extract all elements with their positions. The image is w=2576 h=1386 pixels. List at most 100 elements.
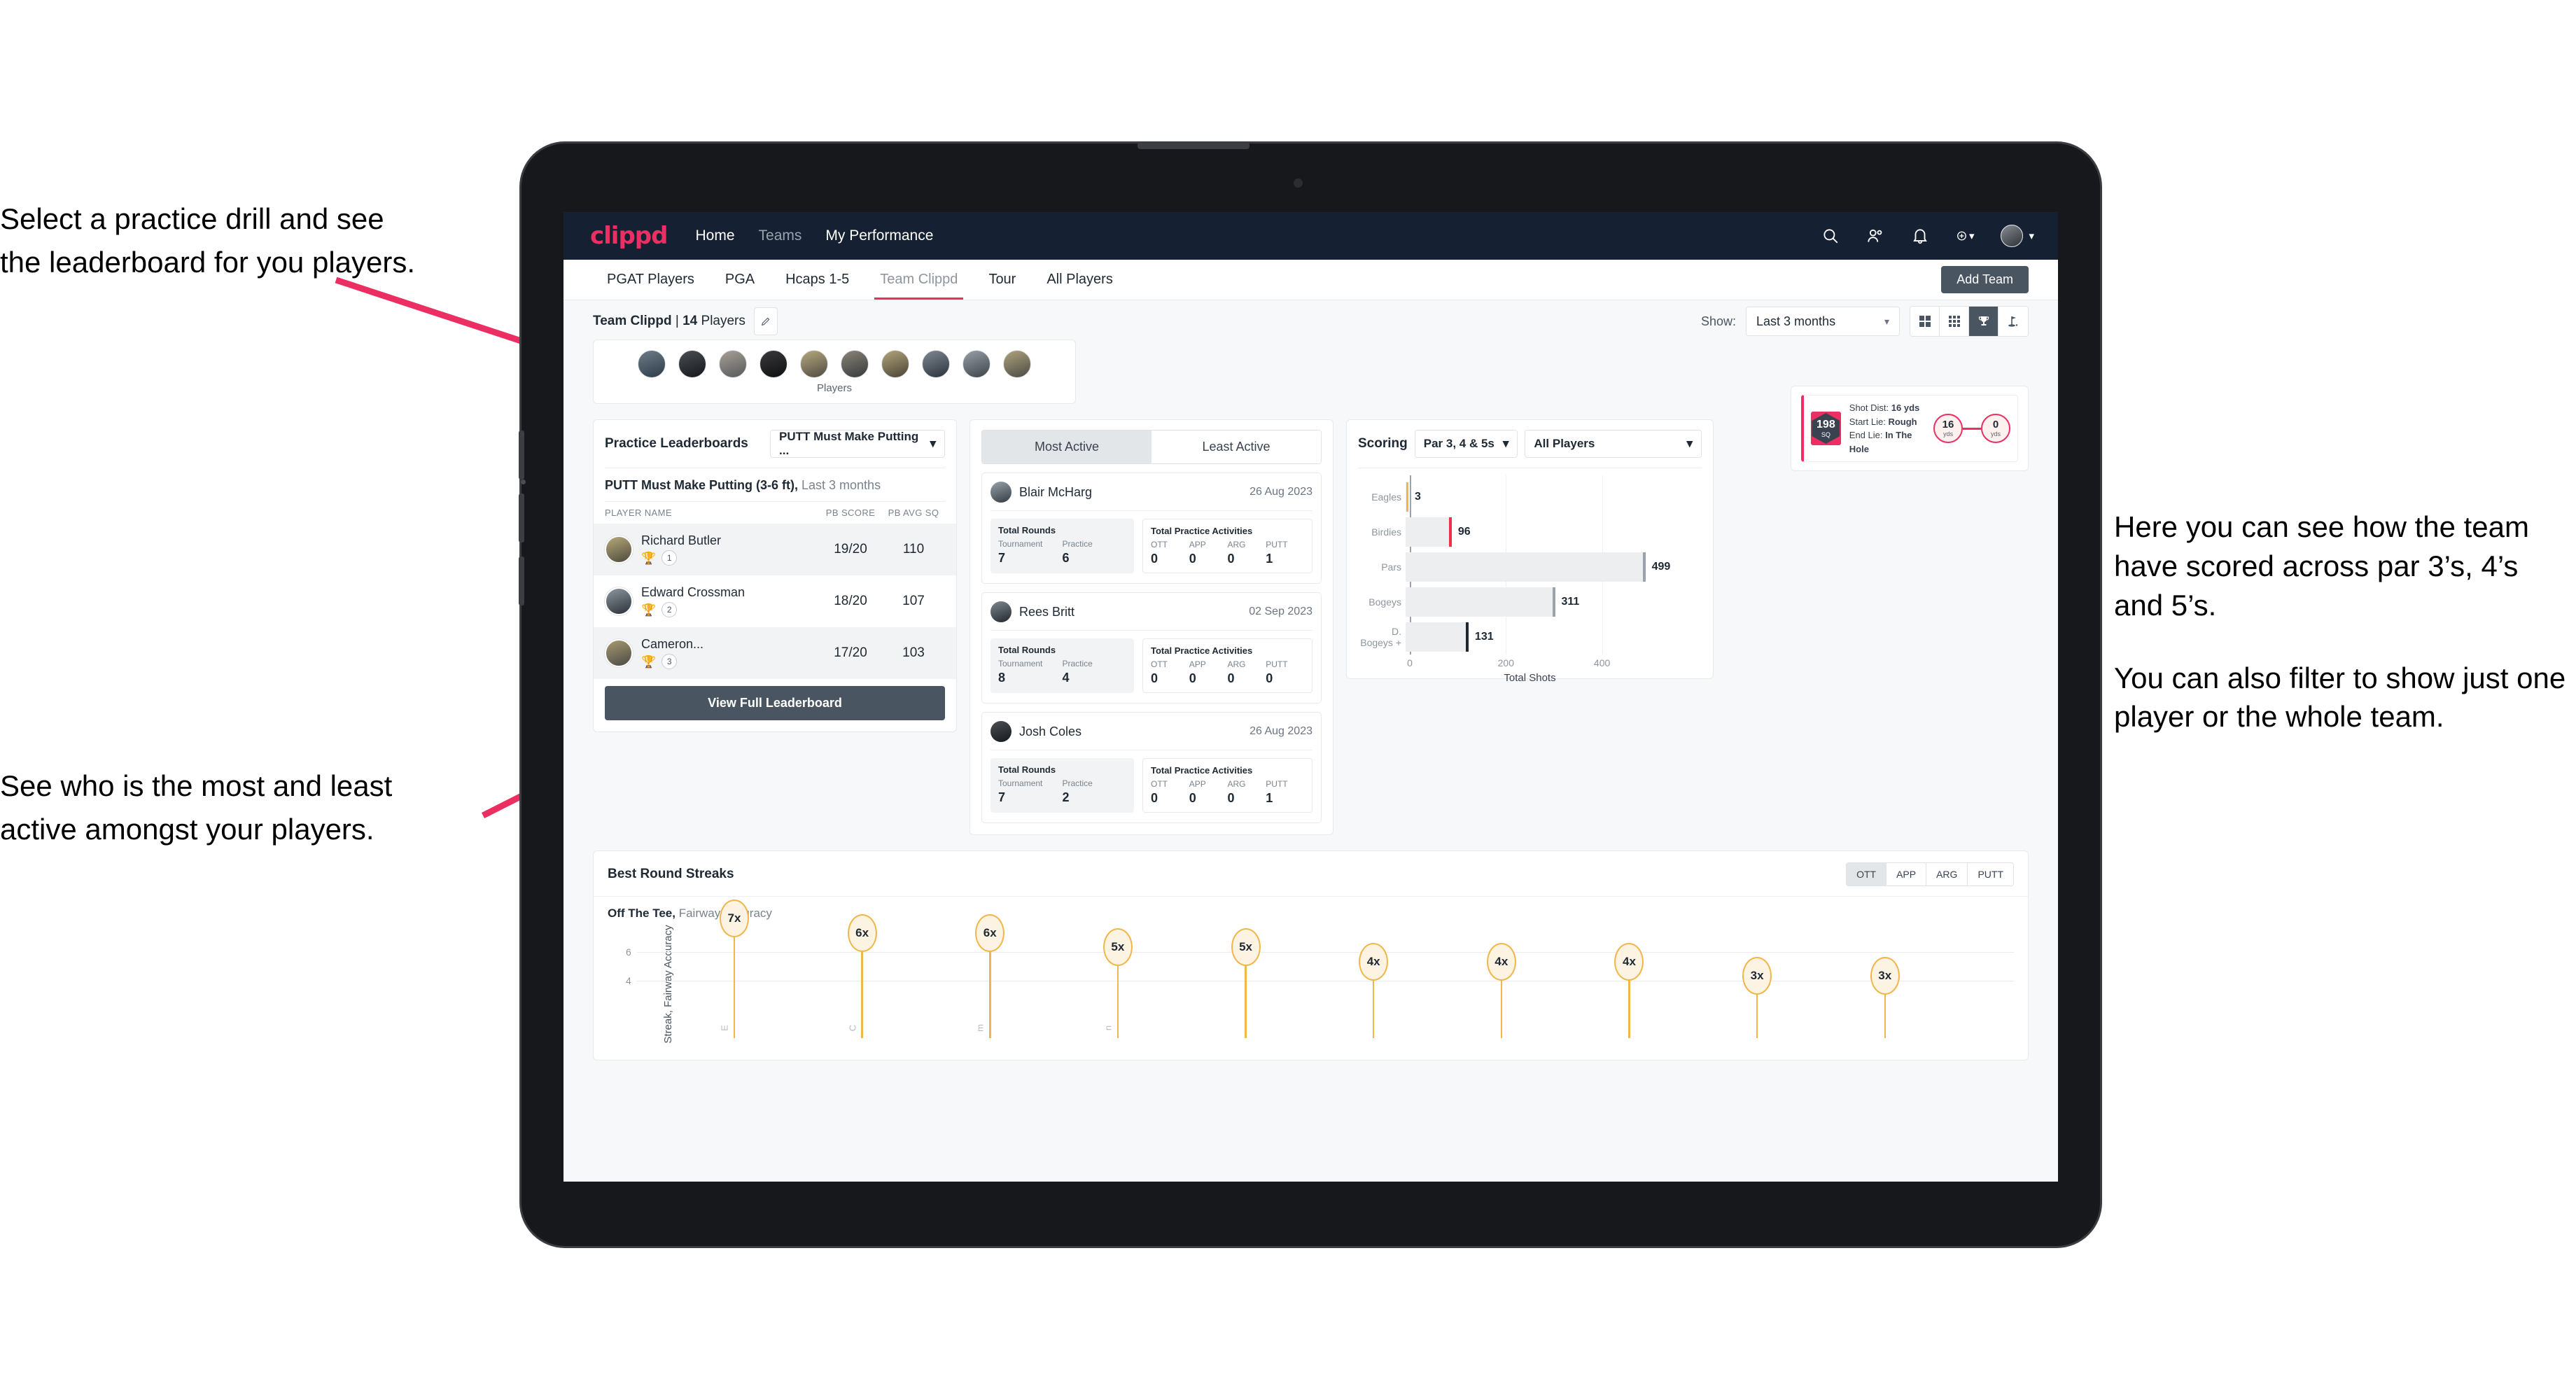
golf-flag-icon[interactable] bbox=[1998, 307, 2028, 336]
shot-quality-unit: SQ bbox=[1821, 430, 1830, 438]
add-team-button[interactable]: Add Team bbox=[1941, 266, 2029, 293]
drill-select[interactable]: PUTT Must Make Putting ... ▾ bbox=[770, 430, 945, 458]
nav-link-home[interactable]: Home bbox=[695, 227, 734, 244]
trophy-icon: 🏆 bbox=[641, 654, 657, 668]
streak-bubble[interactable]: 3x bbox=[1870, 957, 1900, 995]
streak-bubble[interactable]: 4x bbox=[1614, 942, 1644, 981]
avatar[interactable] bbox=[678, 349, 706, 378]
annotation-line: active amongst your players. bbox=[0, 812, 374, 846]
annotation-line: See who is the most and least bbox=[0, 769, 393, 802]
people-icon[interactable] bbox=[1866, 227, 1884, 245]
distance-pair: 16 yds 0 yds bbox=[1933, 414, 2010, 443]
tab-hcaps-1-5[interactable]: Hcaps 1-5 bbox=[770, 260, 864, 300]
avatar[interactable] bbox=[638, 349, 666, 378]
tab-all-players[interactable]: All Players bbox=[1031, 260, 1128, 300]
streak-bubble[interactable]: 6x bbox=[975, 913, 1005, 952]
total-rounds-title: Total Rounds bbox=[998, 645, 1056, 655]
list-item[interactable]: Rees Britt 02 Sep 2023 Total Rounds Tour… bbox=[981, 592, 1322, 704]
nav-link-teams[interactable]: Teams bbox=[759, 227, 802, 244]
bar-category-label: Birdies bbox=[1371, 526, 1401, 538]
avatar bbox=[2001, 225, 2024, 247]
bar-fill bbox=[1406, 517, 1452, 547]
toggle-ott[interactable]: OTT bbox=[1847, 863, 1887, 886]
total-practice-box: Total Practice Activities OTT 0 APP 0 ARG 0… bbox=[1142, 638, 1312, 693]
pb-score: 19/20 bbox=[834, 542, 867, 556]
pb-avg-sq: 110 bbox=[902, 542, 925, 556]
toggle-arg[interactable]: ARG bbox=[1926, 863, 1968, 886]
drill-subtitle: PUTT Must Make Putting (3-6 ft), Last 3 … bbox=[594, 468, 956, 501]
tab-pgat-players[interactable]: PGAT Players bbox=[592, 260, 710, 300]
player-name: Blair McHarg bbox=[1019, 484, 1093, 499]
streak-bubble[interactable]: 4x bbox=[1359, 942, 1389, 981]
grid-4-icon[interactable] bbox=[1910, 307, 1940, 336]
trophy-icon[interactable] bbox=[1969, 307, 1998, 336]
streak-stem bbox=[1884, 995, 1886, 1038]
bar-row: Pars 499 bbox=[1359, 552, 1700, 582]
total-practice-title: Total Practice Activities bbox=[1151, 645, 1253, 656]
toggle-app[interactable]: APP bbox=[1886, 863, 1927, 886]
tab-pga[interactable]: PGA bbox=[710, 260, 770, 300]
plus-circle-icon[interactable]: ▾ bbox=[1956, 227, 1974, 245]
tab-least-active[interactable]: Least Active bbox=[1152, 430, 1321, 463]
table-row[interactable]: Cameron... 🏆 3 17/20 103 bbox=[594, 627, 956, 679]
avatar[interactable] bbox=[922, 349, 950, 378]
streaks-subtitle: Off The Tee, Fairway Accuracy bbox=[594, 897, 2028, 920]
player-filter-select[interactable]: All Players ▾ bbox=[1525, 430, 1702, 458]
app-viewport: clippd Home Teams My Performance ▾ ▾ PGA… bbox=[564, 212, 2058, 1182]
toolbar-right: Show: Last 3 months ▾ bbox=[1701, 306, 2029, 337]
list-item[interactable]: Blair McHarg 26 Aug 2023 Total Rounds To… bbox=[981, 472, 1322, 584]
chevron-down-icon: ▾ bbox=[1968, 230, 1975, 242]
nav-actions: ▾ ▾ bbox=[1821, 225, 2034, 247]
avatar[interactable] bbox=[962, 349, 990, 378]
avatar[interactable] bbox=[719, 349, 747, 378]
show-label: Show: bbox=[1700, 314, 1736, 328]
divider bbox=[990, 630, 1312, 631]
tab-team-clippd[interactable]: Team Clippd bbox=[864, 260, 973, 300]
streak-bubble[interactable]: 7x bbox=[719, 899, 749, 938]
user-menu[interactable]: ▾ bbox=[2001, 225, 2034, 247]
end-lie-key: End Lie: bbox=[1849, 430, 1883, 440]
edit-team-button[interactable] bbox=[753, 307, 778, 335]
search-icon[interactable] bbox=[1821, 227, 1840, 245]
table-row[interactable]: Richard Butler 🏆 1 19/20 110 bbox=[594, 524, 956, 575]
pb-avg-sq: 103 bbox=[902, 645, 925, 660]
date-range-select[interactable]: Last 3 months ▾ bbox=[1746, 307, 1900, 336]
bar-row: Birdies 96 bbox=[1359, 517, 1700, 547]
toggle-putt[interactable]: PUTT bbox=[1968, 863, 2013, 886]
tab-tour[interactable]: Tour bbox=[973, 260, 1031, 300]
shot-quality-hex: 198 SQ bbox=[1812, 413, 1840, 444]
start-lie-value: Rough bbox=[1888, 416, 1917, 427]
leaderboard-header: Practice Leaderboards PUTT Must Make Put… bbox=[594, 420, 956, 468]
avatar[interactable] bbox=[1003, 349, 1031, 378]
app-logo[interactable]: clippd bbox=[590, 222, 668, 250]
grid-9-icon[interactable] bbox=[1940, 307, 1969, 336]
streak-bubble[interactable]: 6x bbox=[847, 913, 877, 952]
tab-most-active[interactable]: Most Active bbox=[982, 430, 1152, 463]
avatar[interactable] bbox=[841, 349, 869, 378]
bar-track: 499 bbox=[1406, 552, 1700, 582]
avatar[interactable] bbox=[881, 349, 909, 378]
bar-fill bbox=[1406, 552, 1646, 582]
avatar[interactable] bbox=[760, 349, 788, 378]
nav-link-my-performance[interactable]: My Performance bbox=[825, 227, 933, 244]
streak-bubble[interactable]: 5x bbox=[1231, 928, 1261, 967]
rank-badge: 3 bbox=[662, 654, 678, 669]
avatar[interactable] bbox=[800, 349, 828, 378]
view-full-leaderboard-button[interactable]: View Full Leaderboard bbox=[605, 686, 945, 720]
player-name: Richard Butler bbox=[641, 533, 722, 547]
volume-up-button bbox=[519, 430, 524, 479]
bar-cap bbox=[1449, 517, 1452, 547]
streak-bubble[interactable]: 5x bbox=[1102, 928, 1133, 967]
start-lie-key: Start Lie: bbox=[1849, 416, 1886, 427]
streak-bubble[interactable]: 4x bbox=[1486, 942, 1516, 981]
list-item[interactable]: Josh Coles 26 Aug 2023 Total Rounds Tour… bbox=[981, 712, 1322, 823]
streak-bubble[interactable]: 3x bbox=[1742, 957, 1772, 995]
bell-icon[interactable] bbox=[1911, 227, 1929, 245]
view-toggle-group bbox=[1910, 306, 2029, 337]
x-tick-label: C bbox=[847, 1024, 858, 1032]
chevron-down-icon: ▾ bbox=[1502, 437, 1509, 450]
total-practice-box: Total Practice Activities OTT 0 APP 0 ARG 0… bbox=[1142, 758, 1312, 813]
par-select[interactable]: Par 3, 4 & 5s ▾ bbox=[1414, 430, 1518, 458]
table-row[interactable]: Edward Crossman 🏆 2 18/20 107 bbox=[594, 575, 956, 627]
players-caption: Players bbox=[816, 382, 853, 394]
